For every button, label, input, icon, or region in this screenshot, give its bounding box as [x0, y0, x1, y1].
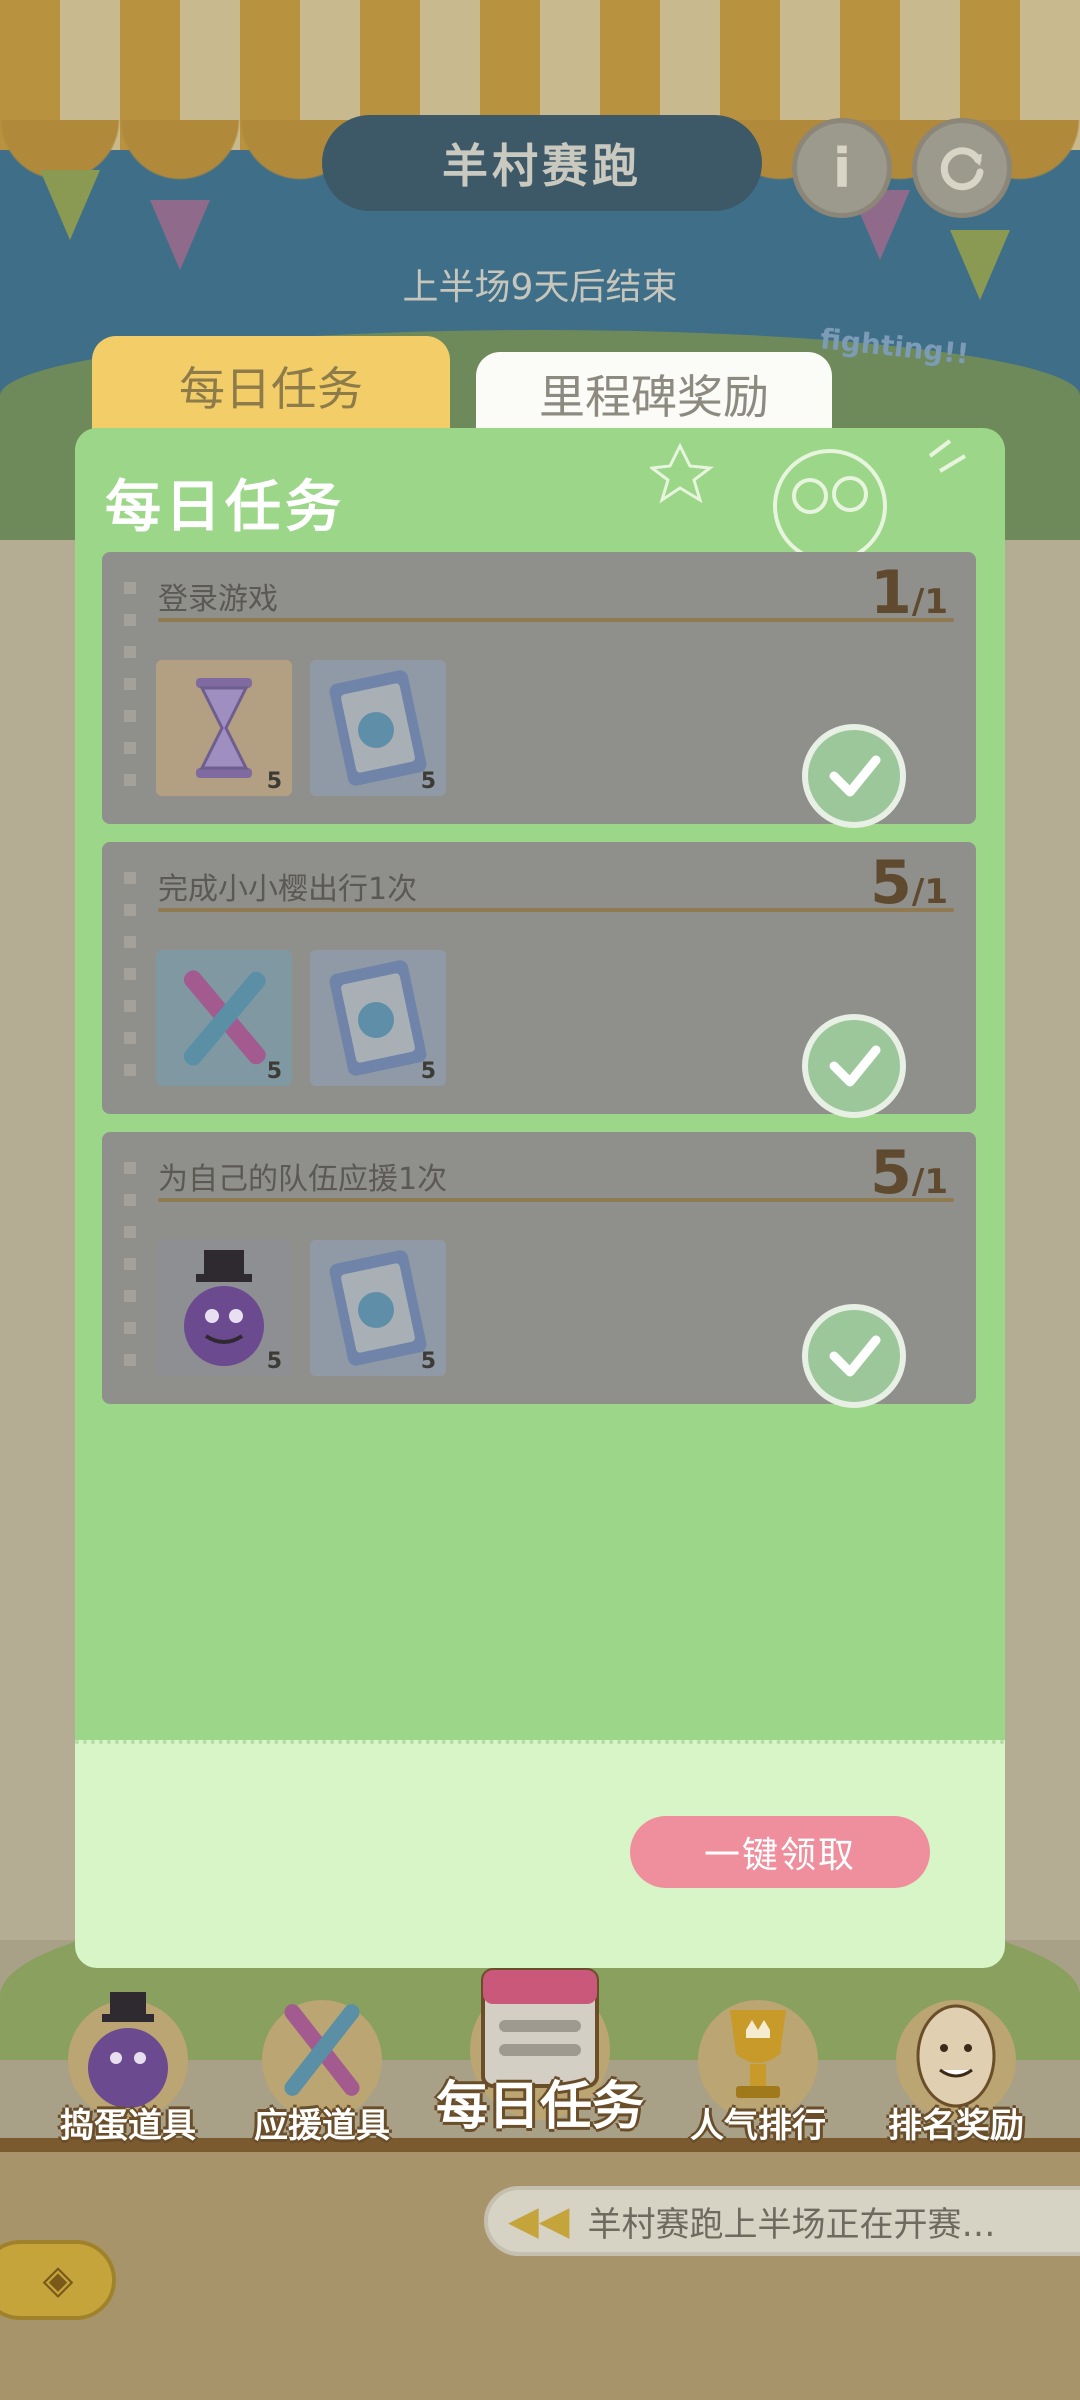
reward-count: 5	[266, 769, 282, 794]
completed-check-icon	[802, 1304, 906, 1408]
nav-popularity-ranking[interactable]: 人气排行	[668, 1980, 848, 2160]
reward-item[interactable]: 5	[156, 660, 292, 796]
card-dots	[124, 582, 136, 792]
info-icon: i	[832, 136, 852, 200]
task-progress: 1/1	[870, 558, 948, 628]
purple-monster-icon	[88, 1992, 168, 2108]
expand-menu-button[interactable]: ◈	[0, 2240, 116, 2320]
nav-label: 应援道具	[254, 2106, 390, 2146]
task-name: 完成小小樱出行1次	[158, 872, 418, 907]
reward-item[interactable]: 5	[310, 1240, 446, 1376]
reward-count: 5	[266, 1059, 282, 1084]
nav-cheer-items[interactable]: 应援道具	[232, 1980, 412, 2160]
cat-doodle-icon	[650, 439, 967, 556]
task-underline	[158, 908, 954, 912]
trophy-icon	[730, 2010, 786, 2098]
task-underline	[158, 618, 954, 622]
task-name: 登录游戏	[158, 582, 278, 617]
reward-count: 5	[266, 1349, 282, 1374]
nav-ranking-rewards[interactable]: 排名奖励	[866, 1980, 1046, 2160]
task-card: 登录游戏 1/1 5 5	[102, 552, 976, 828]
egg-face-icon	[916, 2004, 996, 2108]
reward-item[interactable]: 5	[156, 1240, 292, 1376]
card-dots	[124, 872, 136, 1082]
task-underline	[158, 1198, 954, 1202]
race-countdown: 上半场9天后结束	[402, 267, 678, 308]
nav-label: 排名奖励	[888, 2106, 1024, 2146]
rewind-icon: ◀◀	[508, 2198, 570, 2244]
reward-item[interactable]: 5	[310, 660, 446, 796]
refresh-button[interactable]	[912, 118, 1012, 218]
task-progress: 5/1	[870, 1138, 948, 1208]
diamond-arrow-icon: ◈	[42, 2257, 74, 2303]
info-button[interactable]: i	[792, 118, 892, 218]
nav-prank-items[interactable]: 捣蛋道具	[38, 1980, 218, 2160]
task-card: 完成小小樱出行1次 5/1 5 5	[102, 842, 976, 1118]
ticker-text: 羊村赛跑上半场正在开赛…	[587, 2204, 996, 2245]
reward-count: 5	[420, 769, 436, 794]
reward-count: 5	[420, 1059, 436, 1084]
nav-label: 每日任务	[435, 2077, 644, 2137]
bunting-flag	[40, 170, 100, 240]
nav-label: 捣蛋道具	[60, 2106, 196, 2146]
footer-ground	[0, 2140, 1080, 2400]
reward-item[interactable]: 5	[156, 950, 292, 1086]
reward-count: 5	[420, 1349, 436, 1374]
refresh-icon	[940, 147, 984, 191]
game-title: 羊村赛跑	[322, 115, 762, 211]
claim-all-button[interactable]: 一键领取	[630, 1816, 930, 1888]
completed-check-icon	[802, 1014, 906, 1118]
completed-check-icon	[802, 724, 906, 828]
announcement-ticker[interactable]: ◀◀ 羊村赛跑上半场正在开赛…	[484, 2186, 1080, 2256]
task-name: 为自己的队伍应援1次	[158, 1162, 448, 1197]
nav-daily-tasks[interactable]: 每日任务	[430, 1960, 650, 2140]
reward-item[interactable]: 5	[310, 950, 446, 1086]
tab-milestone-rewards[interactable]: 里程碑奖励	[476, 352, 832, 436]
panel-title: 每日任务	[105, 475, 345, 540]
task-card: 为自己的队伍应援1次 5/1 5 5	[102, 1132, 976, 1408]
nav-label: 人气排行	[690, 2106, 826, 2146]
task-progress: 5/1	[870, 848, 948, 918]
tab-daily-tasks[interactable]: 每日任务	[92, 336, 450, 436]
glow-sticks-icon	[284, 2004, 360, 2096]
card-dots	[124, 1162, 136, 1372]
